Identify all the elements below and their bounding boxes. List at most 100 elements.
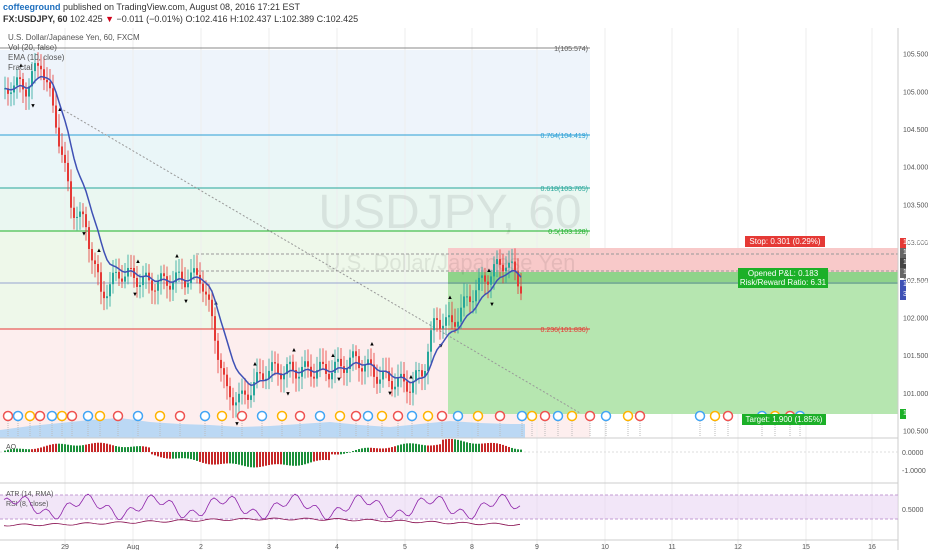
ao-bar bbox=[169, 452, 171, 459]
ao-histogram[interactable] bbox=[4, 438, 522, 468]
ao-bar bbox=[319, 452, 321, 461]
event-marker-icon[interactable] bbox=[256, 410, 268, 422]
fractal-up-icon: ▲ bbox=[447, 295, 453, 301]
ao-bar bbox=[49, 444, 51, 452]
ao-bar bbox=[130, 446, 132, 452]
candle-body bbox=[499, 259, 501, 265]
candle-body bbox=[337, 358, 339, 362]
ao-bar bbox=[166, 452, 168, 459]
chart-area[interactable]: 1(105.574) 0.764(104.419) 0.618(103.705)… bbox=[0, 28, 932, 551]
candle-body bbox=[169, 285, 171, 290]
candle-body bbox=[259, 372, 261, 374]
event-marker-icon[interactable] bbox=[406, 410, 418, 422]
event-marker-icon[interactable] bbox=[452, 410, 464, 422]
event-marker-icon[interactable] bbox=[436, 410, 448, 422]
ao-bar bbox=[193, 452, 195, 460]
pnl-box[interactable]: Opened P&L: 0.183 Risk/Reward Ratio: 6.3… bbox=[738, 268, 828, 288]
event-marker-icon[interactable] bbox=[294, 410, 306, 422]
event-marker-icon[interactable] bbox=[154, 410, 166, 422]
event-marker-icon[interactable] bbox=[350, 410, 362, 422]
event-marker-icon[interactable] bbox=[526, 410, 538, 422]
event-marker-icon[interactable] bbox=[66, 410, 78, 422]
last-price: 102.425 bbox=[70, 14, 103, 24]
event-marker-icon[interactable] bbox=[314, 410, 326, 422]
candle-body bbox=[439, 319, 441, 329]
event-marker-icon[interactable] bbox=[722, 410, 734, 422]
time-tick: 2 bbox=[199, 544, 203, 550]
ao-bar bbox=[7, 449, 9, 452]
ao-bar bbox=[250, 452, 252, 468]
ao-bar bbox=[355, 449, 357, 452]
candle-body bbox=[79, 211, 81, 217]
ao-bar bbox=[349, 452, 351, 453]
event-marker-icon[interactable] bbox=[516, 410, 528, 422]
legend-instrument: U.S. Dollar/Japanese Yen, 60, FXCM bbox=[8, 33, 140, 42]
ao-bar bbox=[466, 442, 468, 452]
ao-bar bbox=[100, 442, 102, 452]
ao-bar bbox=[109, 444, 111, 452]
event-marker-icon[interactable] bbox=[24, 410, 36, 422]
ao-bar bbox=[418, 444, 420, 452]
event-marker-icon[interactable] bbox=[2, 410, 14, 422]
event-marker-icon[interactable] bbox=[12, 410, 24, 422]
candle-body bbox=[238, 393, 240, 403]
event-marker-icon[interactable] bbox=[709, 410, 721, 422]
event-marker-icon[interactable] bbox=[600, 410, 612, 422]
time-tick: 12 bbox=[734, 544, 742, 550]
ao-bar bbox=[259, 452, 261, 467]
event-marker-icon[interactable] bbox=[362, 410, 374, 422]
ao-bar bbox=[241, 452, 243, 466]
event-marker-icon[interactable] bbox=[94, 410, 106, 422]
event-marker-icon[interactable] bbox=[392, 410, 404, 422]
stop-label[interactable]: Stop: 0.301 (0.29%) bbox=[745, 236, 825, 247]
event-marker-icon[interactable] bbox=[694, 410, 706, 422]
event-marker-icon[interactable] bbox=[34, 410, 46, 422]
ao-bar bbox=[292, 452, 294, 466]
ao-bar bbox=[421, 444, 423, 452]
event-marker-icon[interactable] bbox=[236, 410, 248, 422]
event-marker-icon[interactable] bbox=[46, 410, 58, 422]
legend-volume[interactable]: Vol (20, false) bbox=[8, 43, 57, 52]
event-marker-icon[interactable] bbox=[472, 410, 484, 422]
ao-bar bbox=[502, 444, 504, 452]
chart-canvas[interactable]: 1(105.574) 0.764(104.419) 0.618(103.705)… bbox=[0, 28, 932, 551]
candle-body bbox=[49, 82, 51, 89]
event-marker-icon[interactable] bbox=[112, 410, 124, 422]
event-marker-icon[interactable] bbox=[422, 410, 434, 422]
event-marker-icon[interactable] bbox=[216, 410, 228, 422]
rsi-band bbox=[0, 495, 898, 519]
candle-body bbox=[82, 211, 84, 215]
candle-body bbox=[481, 275, 483, 278]
event-marker-icon[interactable] bbox=[334, 410, 346, 422]
candle-body bbox=[457, 321, 459, 327]
candle-body bbox=[214, 316, 216, 341]
event-marker-icon[interactable] bbox=[539, 410, 551, 422]
event-marker-icon[interactable] bbox=[132, 410, 144, 422]
candle-body bbox=[58, 127, 60, 147]
event-marker-icon[interactable] bbox=[276, 410, 288, 422]
legend-ema[interactable]: EMA (10, close) bbox=[8, 53, 64, 62]
event-marker-icon[interactable] bbox=[199, 410, 211, 422]
event-marker-icon[interactable] bbox=[494, 410, 506, 422]
price-change: −0.011 (−0.01%) bbox=[116, 14, 183, 24]
event-marker-icon[interactable] bbox=[376, 410, 388, 422]
event-marker-icon[interactable] bbox=[634, 410, 646, 422]
event-marker-icon[interactable] bbox=[566, 410, 578, 422]
event-marker-icon[interactable] bbox=[584, 410, 596, 422]
candle-body bbox=[109, 284, 111, 297]
event-marker-icon[interactable] bbox=[622, 410, 634, 422]
event-marker-icon[interactable] bbox=[552, 410, 564, 422]
ao-bar bbox=[10, 449, 12, 452]
target-label[interactable]: Target: 1.900 (1.85%) bbox=[742, 414, 826, 425]
event-marker-icon[interactable] bbox=[56, 410, 68, 422]
event-marker-icon[interactable] bbox=[82, 410, 94, 422]
ao-bar bbox=[187, 452, 189, 459]
author-link[interactable]: coffeeground bbox=[3, 2, 61, 12]
candle-body bbox=[379, 379, 381, 384]
event-marker-icon[interactable] bbox=[174, 410, 186, 422]
legend-fractal[interactable]: Fractal bbox=[8, 63, 32, 72]
target-zone[interactable] bbox=[448, 284, 898, 414]
ao-bar bbox=[487, 443, 489, 452]
ao-bar bbox=[373, 447, 375, 452]
time-ticks: 29 Aug 2 3 4 5 8 9 10 11 12 15 16 bbox=[61, 544, 876, 551]
